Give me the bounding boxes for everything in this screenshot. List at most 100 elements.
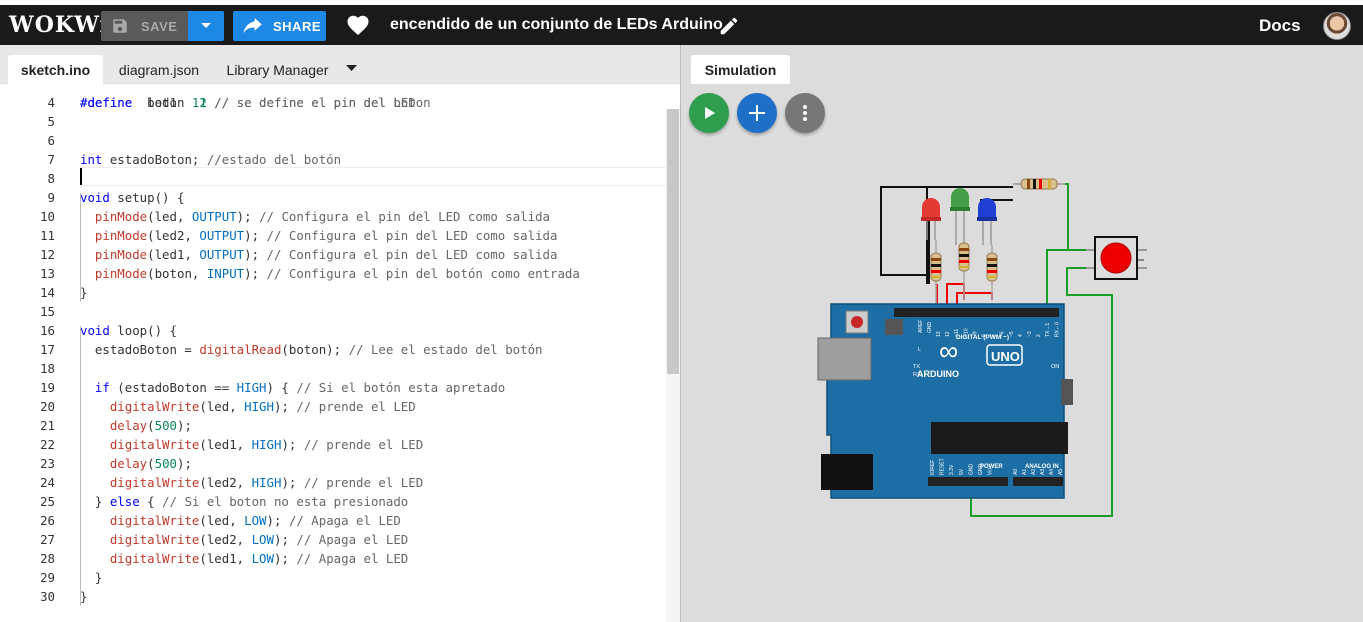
- line-number: 16: [40, 323, 55, 338]
- led-blue[interactable]: [977, 198, 997, 245]
- pin-label: A1: [1022, 469, 1028, 475]
- pin-label: A5: [1058, 469, 1064, 475]
- edit-pencil-icon[interactable]: [718, 15, 740, 37]
- tab-sketch-ino[interactable]: sketch.ino: [8, 55, 103, 84]
- code-line[interactable]: 29 }: [0, 568, 666, 587]
- code-line[interactable]: 21 delay(500);: [0, 416, 666, 435]
- code-line-text: pinMode(led1, OUTPUT); // Configura el p…: [94, 247, 558, 262]
- top-resistor[interactable]: [1013, 178, 1065, 190]
- code-line[interactable]: 30}: [0, 587, 666, 606]
- heart-icon[interactable]: [346, 14, 370, 36]
- code-line[interactable]: 24 digitalWrite(led2, HIGH); // prende e…: [0, 473, 666, 492]
- code-line[interactable]: 14}: [0, 283, 666, 302]
- code-line[interactable]: 5: [0, 112, 666, 131]
- code-line[interactable]: 20 digitalWrite(led, HIGH); // prende el…: [0, 397, 666, 416]
- code-line[interactable]: 23 delay(500);: [0, 454, 666, 473]
- pin-label: GND: [978, 464, 984, 476]
- gnd-pin-label: GND: [927, 322, 933, 334]
- code-editor-pane: sketch.ino diagram.json Library Manager …: [0, 45, 680, 622]
- line-number: 17: [40, 342, 55, 357]
- code-line-text: int estadoBoton; //estado del botón: [80, 152, 342, 167]
- save-button-label: SAVE: [141, 18, 178, 34]
- code-line[interactable]: 19 if (estadoBoton == HIGH) { // Si el b…: [0, 378, 666, 397]
- line-number: 5: [47, 114, 55, 129]
- line-number: 20: [40, 399, 55, 414]
- tab-library-manager[interactable]: Library Manager: [219, 55, 336, 84]
- arduino-uno-board[interactable]: ∞ ARDUINO UNO DIGITAL (PWM ~) POWER ANAL…: [817, 303, 1073, 499]
- share-button[interactable]: SHARE: [233, 11, 326, 41]
- line-number: 10: [40, 209, 55, 224]
- line-number: 21: [40, 418, 55, 433]
- line-number: 30: [40, 589, 55, 604]
- code-line-text: }: [80, 589, 88, 604]
- line-number: 25: [40, 494, 55, 509]
- line-number: 23: [40, 456, 55, 471]
- pin-label: 12: [945, 331, 951, 337]
- code-line[interactable]: 18: [0, 359, 666, 378]
- wokwi-logo[interactable]: WOKWi: [9, 12, 108, 38]
- code-line[interactable]: 25 } else { // Si el boton no esta presi…: [0, 492, 666, 511]
- code-line-text: } else { // Si el boton no esta presiona…: [80, 494, 409, 509]
- save-button-group: SAVE: [101, 11, 224, 41]
- save-options-dropdown[interactable]: [188, 11, 224, 41]
- floppy-disk-icon: [113, 19, 127, 33]
- line-number: 6: [47, 133, 55, 148]
- share-arrow-icon: [243, 18, 262, 34]
- user-avatar[interactable]: [1323, 12, 1351, 40]
- led-green[interactable]: [950, 188, 970, 245]
- pin-label: ~3: [1027, 331, 1033, 337]
- code-line-text: digitalWrite(led, LOW); // Apaga el LED: [109, 513, 401, 528]
- pin-label: 4: [1018, 334, 1024, 337]
- pin-label: GND: [968, 464, 974, 476]
- code-area[interactable]: #define led1 11 // se define el pin del …: [0, 84, 666, 622]
- pin-label: A3: [1040, 469, 1046, 475]
- code-line-text: pinMode(boton, INPUT); // Configura el p…: [94, 266, 580, 281]
- code-line[interactable]: 15: [0, 302, 666, 321]
- pin-label: ~10: [963, 328, 969, 337]
- board-model-text: UNO: [991, 349, 1020, 364]
- docs-link[interactable]: Docs: [1259, 16, 1301, 36]
- code-line[interactable]: 9 void setup() {: [0, 188, 666, 207]
- editor-scrollbar[interactable]: [666, 109, 680, 622]
- code-line[interactable]: 6: [0, 131, 666, 150]
- line-number: 13: [40, 266, 55, 281]
- line-number: 7: [47, 152, 55, 167]
- led-resistors[interactable]: [930, 240, 998, 314]
- pin-label: 3.3V: [949, 464, 955, 475]
- code-line-text: digitalWrite(led1, HIGH); // prende el L…: [109, 437, 424, 452]
- code-line[interactable]: 27 digitalWrite(led2, LOW); // Apaga el …: [0, 530, 666, 549]
- code-line[interactable]: 10 pinMode(led, OUTPUT); // Configura el…: [0, 207, 666, 226]
- line-number: 14: [40, 285, 55, 300]
- pin-label: ~9: [972, 331, 978, 337]
- on-led-label: ON: [1051, 364, 1059, 370]
- editor-scrollbar-thumb[interactable]: [667, 109, 679, 374]
- pin-label: A0: [1013, 469, 1019, 475]
- code-line-text: #define boton 2 // se define el pin del …: [80, 95, 431, 110]
- code-line[interactable]: 8: [0, 169, 666, 188]
- caret-down-icon: [201, 23, 211, 28]
- code-line[interactable]: 28 digitalWrite(led1, LOW); // Apaga el …: [0, 549, 666, 568]
- pin-label: 2: [1036, 334, 1042, 337]
- editor-tab-bar: sketch.ino diagram.json Library Manager: [0, 45, 680, 84]
- line-number: 18: [40, 361, 55, 376]
- code-line[interactable]: 4 #define boton 2 // se define el pin del…: [0, 93, 666, 112]
- push-button[interactable]: [1086, 236, 1147, 280]
- code-line-text: delay(500);: [109, 456, 192, 471]
- tab-diagram-json[interactable]: diagram.json: [111, 55, 207, 84]
- code-line-text: digitalWrite(led1, LOW); // Apaga el LED: [109, 551, 409, 566]
- code-line[interactable]: 16 void loop() {: [0, 321, 666, 340]
- circuit-canvas[interactable]: ∞ ARDUINO UNO DIGITAL (PWM ~) POWER ANAL…: [681, 45, 1363, 622]
- pin-label: A2: [1031, 469, 1037, 475]
- code-line[interactable]: 26 digitalWrite(led, LOW); // Apaga el L…: [0, 511, 666, 530]
- led-red[interactable]: [921, 198, 941, 240]
- code-line[interactable]: 11 pinMode(led2, OUTPUT); // Configura e…: [0, 226, 666, 245]
- code-line-text: }: [80, 285, 88, 300]
- tabs-menu-caret-icon[interactable]: [346, 65, 357, 72]
- code-line[interactable]: 22 digitalWrite(led1, HIGH); // prende e…: [0, 435, 666, 454]
- code-line[interactable]: 13 pinMode(boton, INPUT); // Configura e…: [0, 264, 666, 283]
- code-line[interactable]: 12 pinMode(led1, OUTPUT); // Configura e…: [0, 245, 666, 264]
- code-line[interactable]: 7 int estadoBoton; //estado del botón: [0, 150, 666, 169]
- code-line[interactable]: 17 estadoBoton = digitalRead(boton); // …: [0, 340, 666, 359]
- code-line-text: pinMode(led2, OUTPUT); // Configura el p…: [94, 228, 558, 243]
- save-button[interactable]: SAVE: [101, 11, 188, 41]
